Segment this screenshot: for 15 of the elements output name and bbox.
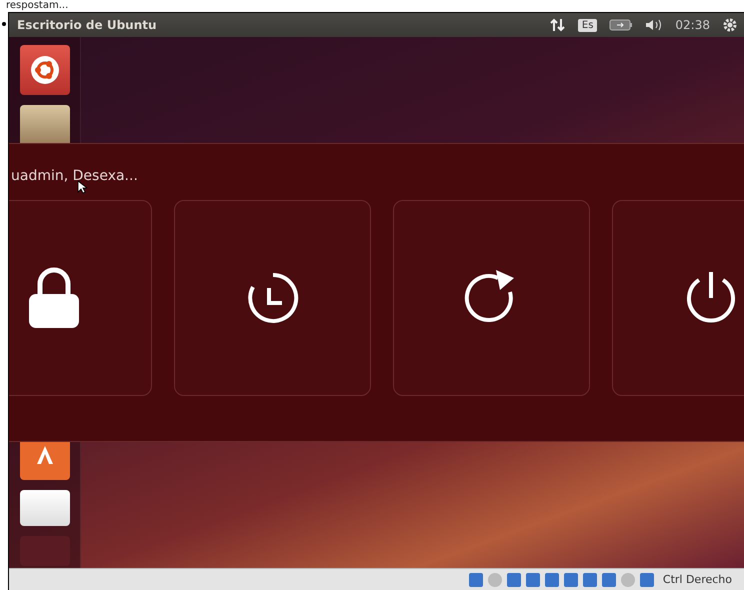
mouse-pointer-icon [77, 180, 87, 194]
padlock-icon [26, 266, 80, 330]
clock-text[interactable]: 02:38 [675, 18, 710, 32]
network-arrows-icon[interactable] [550, 18, 566, 32]
keyboard-layout-indicator[interactable]: Es [578, 18, 598, 32]
caption-text: respostam... [6, 0, 68, 12]
bullet-icon [2, 22, 6, 26]
volume-icon[interactable] [645, 18, 664, 32]
dialog-message: uadmin, Desexa... [11, 168, 138, 184]
action-button[interactable] [9, 200, 152, 396]
ubuntu-logo-icon[interactable] [20, 45, 70, 95]
settings-icon[interactable] [722, 17, 738, 33]
battery-icon[interactable] [609, 19, 634, 31]
window-title: Escritorio de Ubuntu [17, 18, 157, 32]
host-key-label: Ctrl Derecho [662, 573, 732, 586]
